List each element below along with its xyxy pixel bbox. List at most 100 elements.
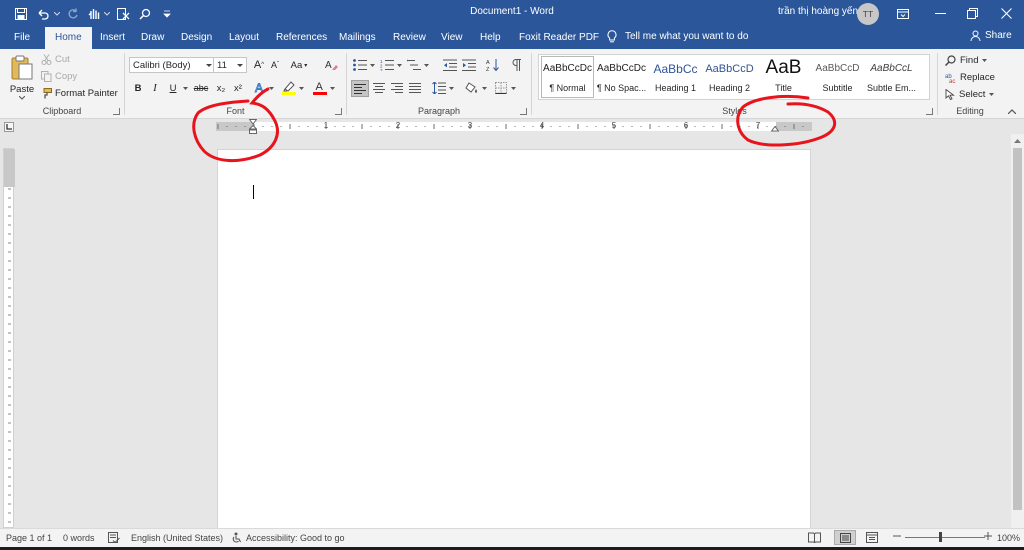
lightbulb-icon (607, 30, 617, 43)
bold-button[interactable]: B (132, 80, 144, 96)
paintbrush-icon (41, 88, 52, 99)
paragraph-dialog-launcher-icon[interactable] (520, 108, 527, 115)
align-left-icon[interactable] (351, 80, 369, 97)
tab-home[interactable]: Home (45, 27, 92, 49)
format-painter-label: Format Painter (55, 88, 118, 99)
accessibility-status[interactable]: Accessibility: Good to go (246, 533, 345, 543)
tab-insert[interactable]: Insert (100, 32, 125, 43)
decrease-indent-icon[interactable] (442, 57, 458, 73)
text-effects-icon[interactable]: A (252, 80, 268, 96)
borders-icon[interactable] (493, 80, 509, 96)
font-name-combo[interactable]: Calibri (Body) (129, 57, 216, 73)
svg-text:A: A (316, 81, 324, 93)
left-indent-marker-icon[interactable] (248, 125, 258, 134)
shading-icon[interactable] (464, 80, 480, 96)
bullets-icon[interactable] (352, 57, 368, 73)
zoom-slider-thumb[interactable] (939, 532, 942, 542)
format-painter-button[interactable]: Format Painter (41, 87, 118, 100)
accessibility-icon[interactable] (232, 532, 243, 543)
replace-button[interactable]: ab ac Replace (945, 70, 995, 84)
read-mode-icon[interactable] (808, 532, 821, 543)
page-count[interactable]: Page 1 of 1 (6, 533, 52, 543)
change-case-button[interactable]: Aa ▾ (287, 57, 311, 73)
strikethrough-button[interactable]: abc (192, 80, 210, 96)
right-indent-marker-icon[interactable] (770, 125, 780, 132)
increase-indent-icon[interactable] (461, 57, 477, 73)
font-color-icon[interactable]: A (312, 79, 328, 96)
close-icon[interactable] (994, 0, 1018, 27)
tab-view[interactable]: View (441, 32, 463, 43)
person-icon (970, 30, 981, 41)
justify-icon[interactable] (407, 80, 423, 96)
tab-design[interactable]: Design (181, 32, 212, 43)
numbering-dropdown-icon[interactable] (396, 57, 403, 73)
tab-references[interactable]: References (276, 32, 327, 43)
minimize-icon[interactable] (928, 0, 952, 27)
avatar[interactable]: TT (857, 3, 879, 25)
status-bar: Page 1 of 1 0 words English (United Stat… (0, 528, 1024, 547)
document-page[interactable] (217, 149, 811, 539)
ruler-number: 5 (611, 121, 617, 130)
proofing-icon[interactable] (108, 532, 120, 543)
share-button[interactable]: Share (970, 30, 1012, 41)
zoom-level[interactable]: 100% (997, 533, 1020, 543)
restore-icon[interactable] (960, 0, 984, 27)
font-dialog-launcher-icon[interactable] (335, 108, 342, 115)
superscript-button[interactable]: x² (231, 80, 245, 96)
subscript-button[interactable]: x₂ (214, 80, 228, 96)
vertical-ruler[interactable] (3, 148, 15, 528)
underline-button[interactable]: U (167, 80, 179, 96)
select-button[interactable]: Select (945, 87, 995, 101)
language-indicator[interactable]: English (United States) (131, 533, 223, 543)
scroll-thumb[interactable] (1013, 148, 1022, 510)
multilevel-list-dropdown-icon[interactable] (423, 57, 430, 73)
bullets-dropdown-icon[interactable] (369, 57, 376, 73)
line-spacing-dropdown-icon[interactable] (448, 80, 455, 96)
print-layout-icon[interactable] (834, 530, 856, 545)
zoom-out-icon[interactable] (893, 532, 901, 540)
italic-button[interactable]: I (149, 80, 161, 96)
collapse-ribbon-icon[interactable] (1006, 106, 1018, 116)
zoom-slider[interactable] (905, 537, 985, 538)
font-size-combo[interactable]: 11 (213, 57, 247, 73)
tab-draw[interactable]: Draw (141, 32, 164, 43)
find-button[interactable]: Find (945, 53, 988, 67)
horizontal-ruler[interactable]: 1 2 3 4 5 6 7 (0, 119, 1024, 134)
vertical-scrollbar[interactable] (1011, 134, 1024, 528)
highlight-icon[interactable] (281, 79, 297, 96)
highlight-dropdown-icon[interactable] (297, 80, 305, 96)
borders-dropdown-icon[interactable] (510, 80, 517, 96)
shading-dropdown-icon[interactable] (481, 80, 488, 96)
tab-mailings[interactable]: Mailings (339, 32, 376, 43)
align-center-icon[interactable] (371, 80, 387, 96)
shrink-font-button[interactable]: Aˇ (268, 57, 282, 73)
numbering-icon[interactable]: 123 (379, 57, 395, 73)
tab-file[interactable]: File (14, 32, 30, 43)
text-effects-dropdown-icon[interactable] (267, 80, 275, 96)
text-cursor (253, 185, 254, 199)
tab-help[interactable]: Help (480, 32, 501, 43)
scroll-up-icon[interactable] (1013, 137, 1022, 145)
word-count[interactable]: 0 words (63, 533, 95, 543)
multilevel-list-icon[interactable] (406, 57, 422, 73)
paste-icon[interactable] (8, 54, 36, 82)
tell-me-search[interactable]: Tell me what you want to do (607, 30, 748, 43)
zoom-in-icon[interactable] (984, 532, 992, 540)
show-formatting-marks-icon[interactable] (509, 57, 523, 73)
font-color-dropdown-icon[interactable] (328, 80, 336, 96)
user-name[interactable]: trần thị hoàng yến (778, 6, 858, 17)
web-layout-icon[interactable] (866, 532, 878, 543)
paste-dropdown-icon[interactable] (15, 94, 29, 102)
tab-layout[interactable]: Layout (229, 32, 259, 43)
tab-foxit-reader-pdf[interactable]: Foxit Reader PDF (519, 32, 599, 43)
line-spacing-icon[interactable] (431, 80, 447, 96)
align-right-icon[interactable] (389, 80, 405, 96)
underline-dropdown-icon[interactable] (181, 80, 189, 96)
clear-formatting-icon[interactable]: A (323, 56, 339, 72)
ribbon-display-options-icon[interactable] (892, 0, 914, 27)
sort-icon[interactable]: AZ (485, 57, 501, 73)
styles-dialog-launcher-icon[interactable] (926, 108, 933, 115)
clipboard-dialog-launcher-icon[interactable] (113, 108, 120, 115)
tab-review[interactable]: Review (393, 32, 426, 43)
grow-font-button[interactable]: A ^ (252, 57, 266, 73)
